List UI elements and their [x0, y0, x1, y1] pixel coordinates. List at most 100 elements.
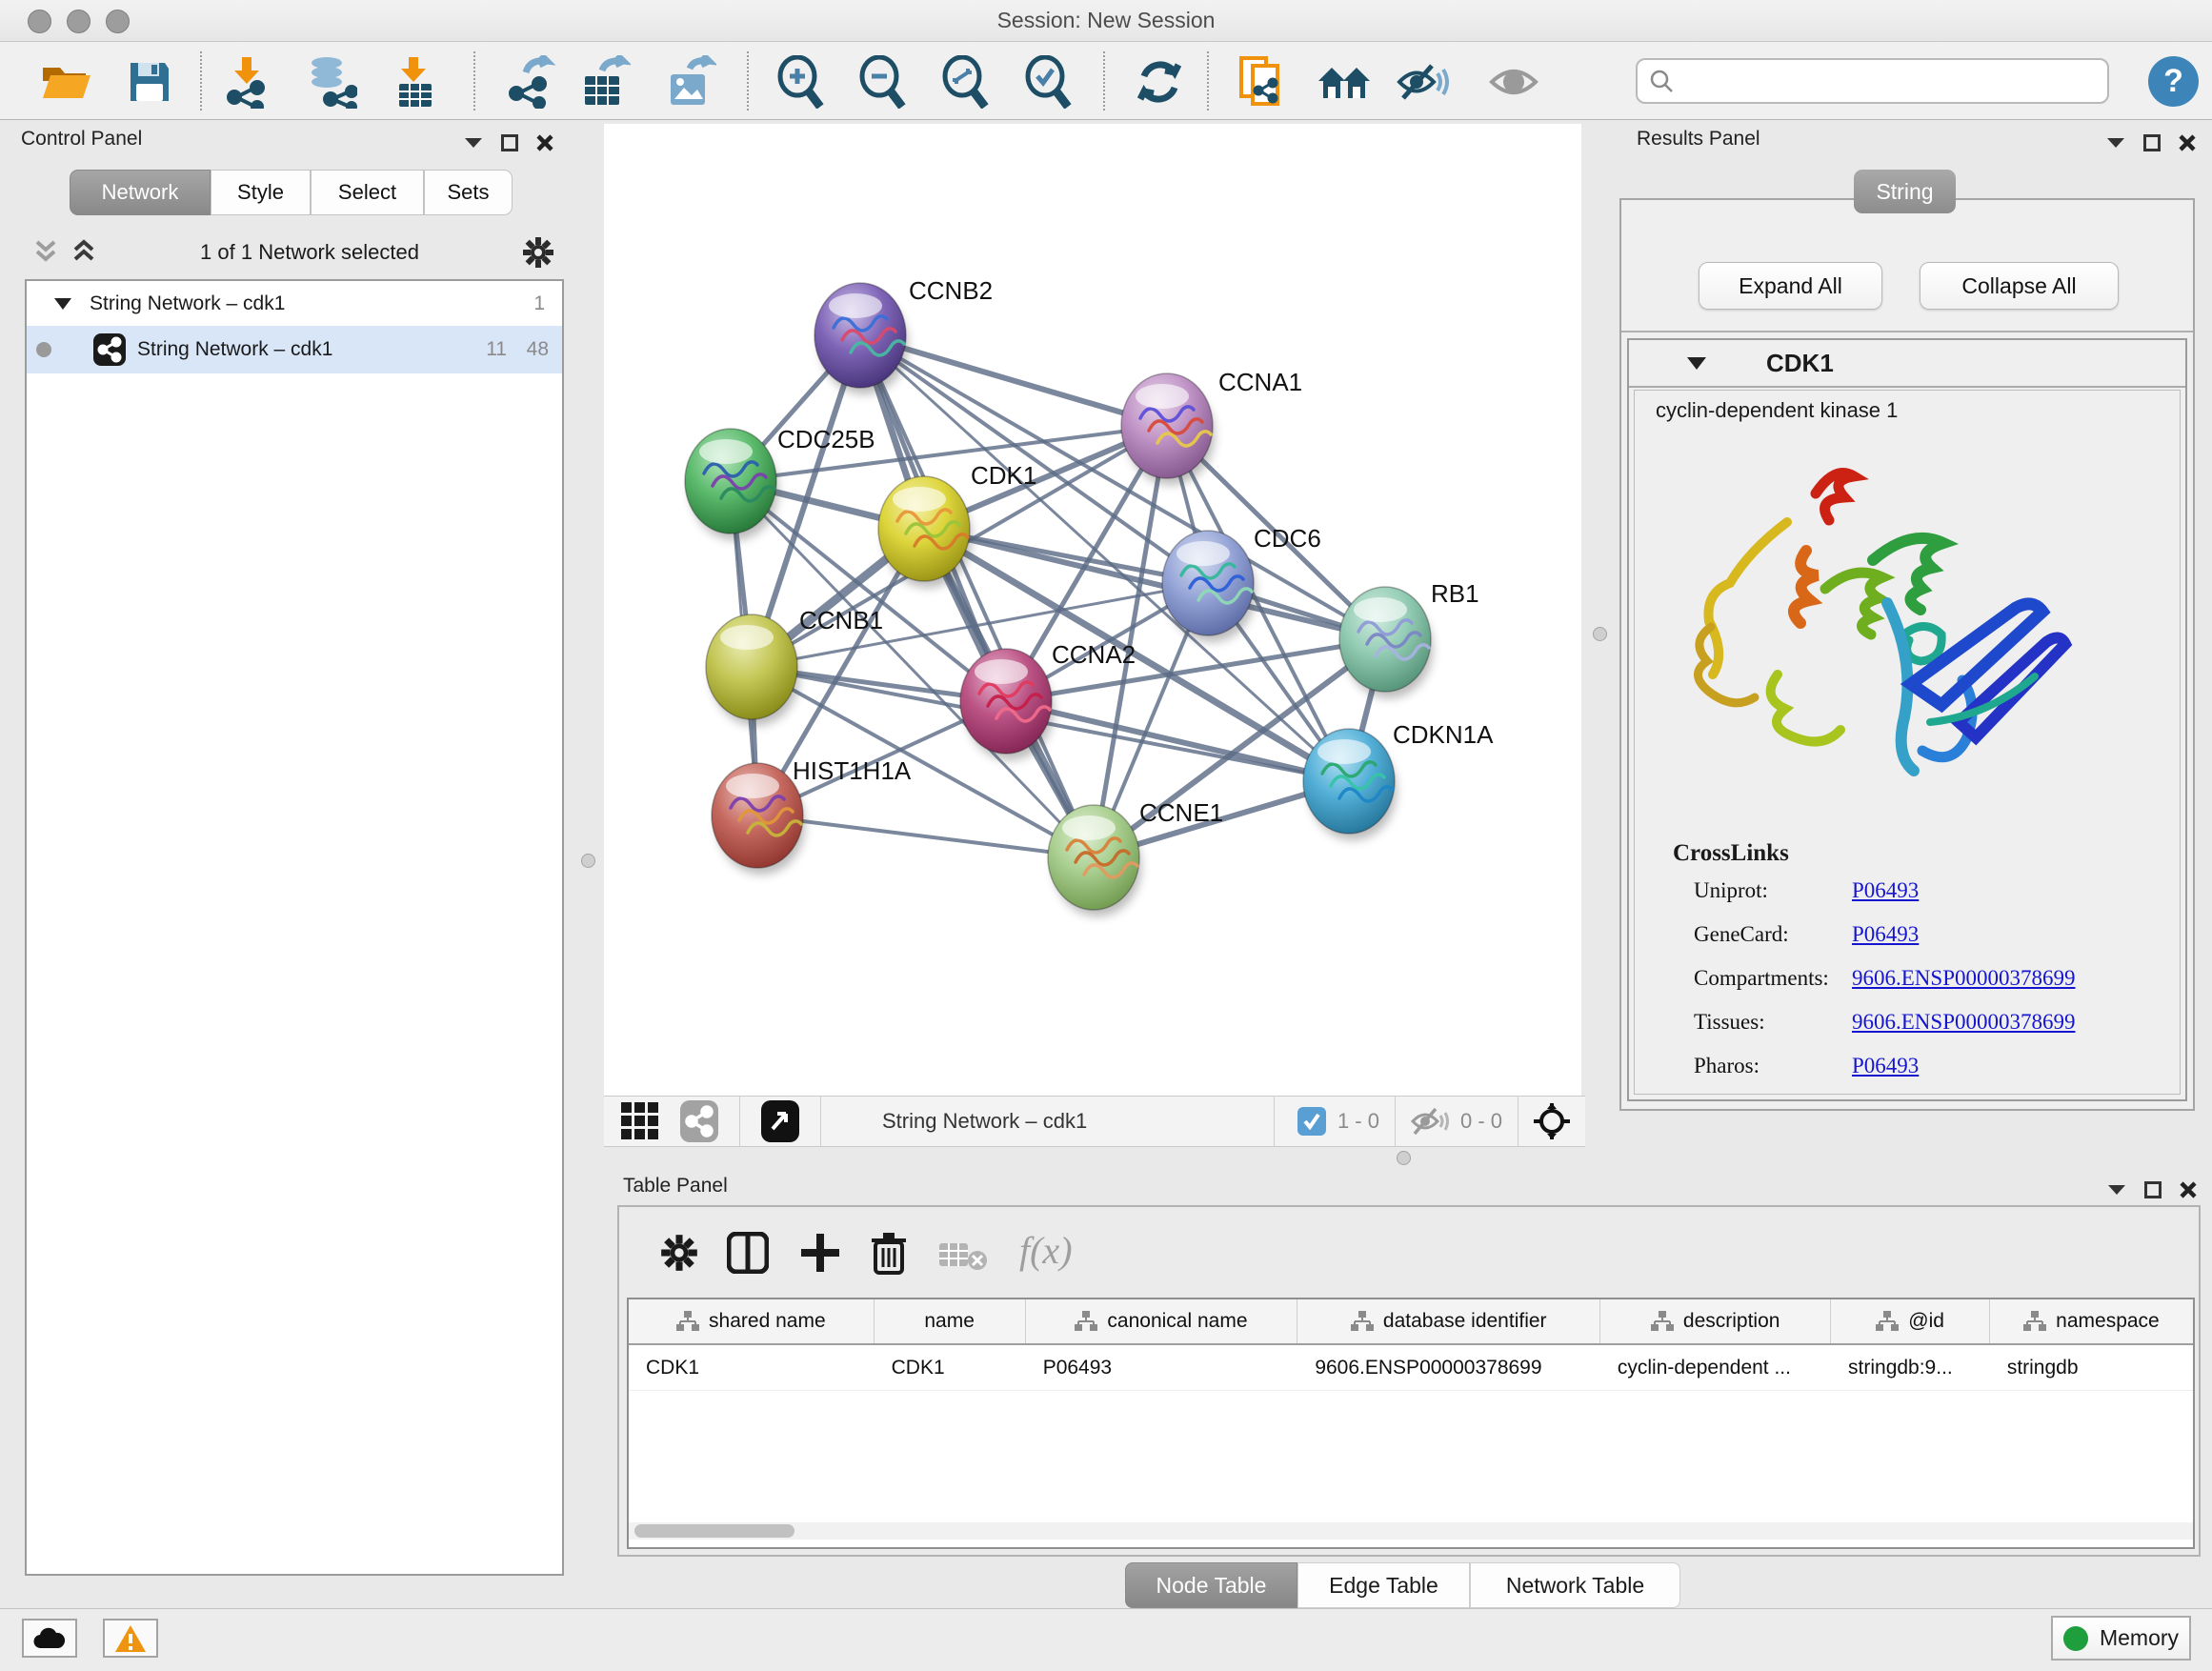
column-header[interactable]: @id [1831, 1299, 1990, 1343]
protein-card-header[interactable]: CDK1 [1629, 340, 2185, 388]
import-network-icon [223, 55, 274, 109]
node-HIST1H1A[interactable]: HIST1H1A [712, 756, 912, 875]
help-button[interactable]: ? [2148, 56, 2199, 107]
collection-count: 1 [533, 292, 545, 315]
node-CDK1[interactable]: CDK1 [878, 461, 1036, 588]
zoom-selected-button[interactable] [1020, 54, 1076, 110]
tab-network-table[interactable]: Network Table [1470, 1562, 1680, 1608]
table-settings-gear-icon[interactable] [660, 1234, 698, 1272]
zoom-in-button[interactable] [773, 54, 828, 110]
network-tree: String Network – cdk1 1 String Network –… [25, 279, 564, 1576]
birds-eye-view-icon[interactable] [619, 1100, 661, 1142]
tree-column-icon [1351, 1311, 1374, 1332]
cell-namespace: stringdb [1990, 1345, 2193, 1390]
close-panel-icon[interactable] [535, 133, 554, 152]
tab-network[interactable]: Network [70, 170, 211, 215]
database-import-icon [304, 55, 357, 109]
collapse-all-button[interactable]: Collapse All [1920, 262, 2119, 310]
horizontal-scrollbar[interactable] [629, 1522, 2193, 1540]
warnings-button[interactable] [103, 1619, 158, 1658]
genecard-link[interactable]: P06493 [1852, 922, 1919, 947]
import-table-button[interactable] [387, 54, 442, 110]
panel-menu-icon[interactable] [2105, 136, 2126, 150]
show-columns-icon[interactable] [727, 1232, 769, 1274]
network-row-selected[interactable]: String Network – cdk1 11 48 [27, 326, 562, 373]
show-graphics-details-button[interactable] [1486, 54, 1541, 110]
panel-menu-icon[interactable] [463, 136, 484, 150]
tab-select[interactable]: Select [311, 170, 424, 215]
export-network-button[interactable] [503, 54, 558, 110]
edge-HIST1H1A-CCNE1[interactable] [757, 815, 1094, 857]
column-header[interactable]: shared name [629, 1299, 875, 1343]
pharos-link[interactable]: P06493 [1852, 1054, 1919, 1078]
panel-menu-icon[interactable] [2106, 1183, 2127, 1197]
export-image-button[interactable] [663, 54, 718, 110]
uniprot-link[interactable]: P06493 [1852, 878, 1919, 903]
apply-layout-button[interactable] [1132, 54, 1187, 110]
delete-column-trash-icon[interactable] [870, 1231, 908, 1275]
edge-count: 48 [527, 338, 549, 361]
node-RB1[interactable]: RB1 [1339, 579, 1479, 698]
column-header[interactable]: name [875, 1299, 1026, 1343]
delete-table-icon [939, 1238, 989, 1272]
column-header[interactable]: description [1600, 1299, 1831, 1343]
column-header[interactable]: namespace [1990, 1299, 2193, 1343]
tab-node-table[interactable]: Node Table [1125, 1562, 1297, 1608]
node-CCNA2[interactable]: CCNA2 [960, 640, 1136, 760]
expand-all-icon[interactable] [70, 238, 97, 267]
node-CDC6[interactable]: CDC6 [1162, 524, 1321, 642]
clone-network-icon [1237, 54, 1285, 110]
compartments-link[interactable]: 9606.ENSP00000378699 [1852, 966, 2076, 991]
add-column-icon[interactable] [799, 1232, 841, 1274]
float-panel-icon[interactable] [501, 134, 518, 151]
column-header[interactable]: canonical name [1026, 1299, 1298, 1343]
search-box[interactable] [1636, 58, 2109, 104]
open-session-button[interactable] [38, 54, 93, 110]
tab-style[interactable]: Style [211, 170, 311, 215]
tissues-link[interactable]: 9606.ENSP00000378699 [1852, 1010, 2076, 1035]
left-splitter-handle[interactable] [581, 854, 595, 868]
zoom-fit-button[interactable] [937, 54, 993, 110]
hide-graphics-details-button[interactable] [1395, 54, 1450, 110]
toolbar-separator [1207, 51, 1209, 111]
close-panel-icon[interactable] [2178, 133, 2197, 152]
float-panel-icon[interactable] [2144, 1181, 2162, 1198]
gear-icon[interactable] [522, 236, 554, 269]
table-header-row: shared name name canonical name database… [629, 1299, 2193, 1345]
cloud-button[interactable] [22, 1619, 77, 1658]
export-view-icon[interactable] [761, 1100, 799, 1142]
table-row[interactable]: CDK1 CDK1 P06493 9606.ENSP00000378699 cy… [629, 1345, 2193, 1391]
crosshair-icon[interactable] [1532, 1101, 1572, 1141]
expand-all-button[interactable]: Expand All [1699, 262, 1882, 310]
float-panel-icon[interactable] [2143, 134, 2161, 151]
import-network-database-button[interactable] [303, 54, 358, 110]
tab-sets[interactable]: Sets [424, 170, 513, 215]
tab-string[interactable]: String [1854, 170, 1956, 213]
node-CDKN1A[interactable]: CDKN1A [1303, 720, 1494, 840]
save-session-button[interactable] [122, 54, 177, 110]
search-input[interactable] [1674, 70, 2107, 93]
import-network-file-button[interactable] [221, 54, 276, 110]
close-panel-icon[interactable] [2179, 1180, 2198, 1199]
collapse-all-icon[interactable] [32, 238, 59, 267]
scrollbar-thumb[interactable] [634, 1524, 794, 1538]
collapse-section-icon[interactable] [1686, 356, 1707, 371]
node-table[interactable]: shared name name canonical name database… [627, 1298, 2195, 1549]
node-CCNE1[interactable]: CCNE1 [1048, 798, 1223, 916]
zoom-out-icon [856, 55, 908, 109]
collection-expand-icon[interactable] [53, 297, 72, 311]
node-CCNB1[interactable]: CCNB1 [706, 606, 883, 726]
network-type-icon[interactable] [680, 1100, 718, 1142]
string-network-graph[interactable]: CCNB2CCNA1CDC25BCDK1CDC6RB1CCNB1CCNA2CDK… [604, 124, 1581, 1096]
zoom-out-button[interactable] [855, 54, 910, 110]
network-collection-row[interactable]: String Network – cdk1 1 [27, 281, 562, 326]
memory-button[interactable]: Memory [2051, 1616, 2191, 1661]
export-table-button[interactable] [577, 54, 633, 110]
right-splitter-handle[interactable] [1593, 627, 1607, 641]
network-canvas[interactable]: CCNB2CCNA1CDC25BCDK1CDC6RB1CCNB1CCNA2CDK… [604, 124, 1581, 1096]
string-query-button[interactable] [1317, 54, 1372, 110]
edge-CCNA2-CDKN1A[interactable] [1006, 701, 1349, 781]
new-network-from-selection-button[interactable] [1234, 54, 1289, 110]
column-header[interactable]: database identifier [1297, 1299, 1600, 1343]
tab-edge-table[interactable]: Edge Table [1297, 1562, 1470, 1608]
